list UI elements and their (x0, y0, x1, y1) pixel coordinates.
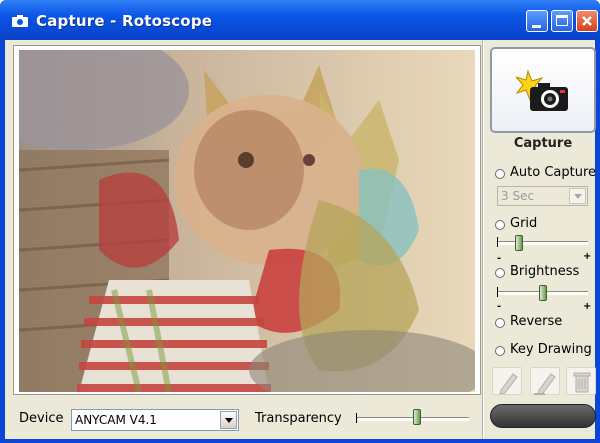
brightness-plus: + (583, 301, 592, 312)
preview-image (19, 50, 475, 392)
minimize-button[interactable] (526, 10, 548, 32)
device-value: ANYCAM V4.1 (75, 413, 157, 427)
brightness-minus: - (497, 301, 502, 312)
eraser-pen-icon (534, 373, 556, 395)
pen-tool-button[interactable] (492, 367, 522, 395)
camera-preview (19, 50, 475, 392)
brightness-label[interactable]: Brightness (510, 264, 579, 279)
key-drawing-radio[interactable] (495, 346, 505, 356)
transparency-tick-left (356, 413, 357, 423)
interval-select: 3 Sec (497, 186, 588, 206)
maximize-button[interactable] (551, 10, 573, 32)
chevron-down-icon (569, 188, 586, 204)
capture-label: Capture (513, 136, 573, 151)
brightness-slider-thumb[interactable] (539, 285, 547, 301)
window-title: Capture - Rotoscope (36, 12, 213, 30)
capture-button[interactable] (490, 47, 596, 133)
grid-slider[interactable] (497, 241, 588, 244)
delete-tool-button[interactable] (566, 367, 596, 395)
transparency-label: Transparency (255, 411, 342, 426)
close-button[interactable] (576, 10, 598, 32)
key-drawing-label[interactable]: Key Drawing (510, 342, 592, 357)
progress-indicator (490, 404, 596, 428)
maximize-icon (556, 15, 568, 26)
transparency-slider-thumb[interactable] (413, 409, 421, 425)
device-select[interactable]: ANYCAM V4.1 (71, 409, 239, 431)
reverse-label[interactable]: Reverse (510, 314, 562, 329)
brightness-tick (497, 287, 498, 297)
minimize-icon (532, 25, 541, 28)
brightness-radio[interactable] (495, 268, 505, 278)
interval-value: 3 Sec (501, 189, 535, 203)
grid-radio[interactable] (495, 220, 505, 230)
trash-icon (573, 372, 591, 393)
reverse-radio[interactable] (495, 318, 505, 328)
auto-capture-label[interactable]: Auto Capture (510, 165, 596, 180)
eraser-tool-button[interactable] (530, 367, 560, 395)
camera-icon (12, 15, 28, 27)
close-icon (582, 16, 592, 26)
device-label: Device (19, 411, 64, 426)
grid-plus: + (583, 251, 592, 262)
grid-label[interactable]: Grid (510, 216, 537, 231)
title-bar[interactable]: Capture - Rotoscope (0, 0, 600, 40)
grid-tick (497, 237, 498, 247)
auto-capture-radio[interactable] (495, 169, 505, 179)
grid-minus: - (497, 253, 502, 264)
chevron-down-icon[interactable] (220, 411, 237, 429)
grid-slider-thumb[interactable] (515, 235, 523, 251)
pen-icon (499, 373, 518, 395)
camera-flash-icon (516, 69, 568, 111)
